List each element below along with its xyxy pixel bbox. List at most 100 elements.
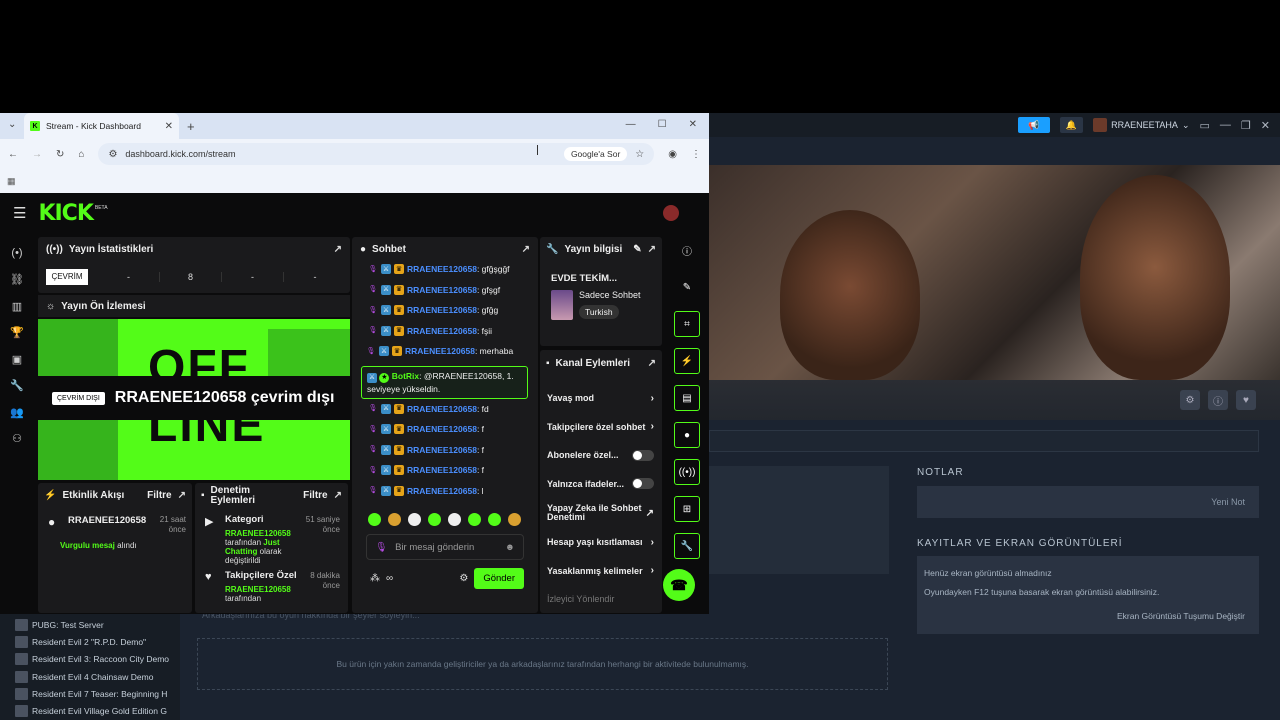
game-list-item[interactable]: Resident Evil 3: Raccoon City Demo	[0, 651, 180, 668]
notifications-button[interactable]: 🔔	[1059, 117, 1084, 133]
popout-icon[interactable]: ↗	[522, 244, 530, 255]
chat-username[interactable]: RRAENEE120658	[407, 465, 477, 475]
maximize-icon[interactable]: ❐	[1241, 119, 1251, 132]
omnibox[interactable]: ⚙ dashboard.kick.com/stream Google'a Sor…	[98, 143, 655, 165]
popout-icon[interactable]: ↗	[334, 244, 342, 255]
emote-icon[interactable]	[448, 513, 461, 526]
users-icon[interactable]: 👥	[0, 399, 34, 426]
reload-icon[interactable]: ↻	[56, 149, 64, 160]
close-tab-icon[interactable]: ✕	[165, 121, 173, 132]
close-icon[interactable]: ✕	[1261, 119, 1270, 132]
stream-icon[interactable]: (•)	[0, 240, 34, 267]
chat-username[interactable]: RRAENEE120658	[407, 264, 477, 274]
emote-icon[interactable]	[488, 513, 501, 526]
chat-bubble-icon[interactable]: ●	[674, 422, 700, 448]
ai-moderation-action[interactable]: Yapay Zeka ile Sohbet Denetimi ↗	[540, 498, 662, 528]
browser-tab[interactable]: K Stream - Kick Dashboard ✕	[24, 113, 179, 139]
popout-icon[interactable]: ↗	[648, 245, 656, 255]
new-tab-icon[interactable]: +	[187, 119, 195, 134]
chat-username[interactable]: RRAENEE120658	[407, 424, 477, 434]
bolt-icon[interactable]: ⚡	[674, 348, 700, 374]
kick-logo[interactable]: KICK	[38, 201, 93, 226]
game-list-item[interactable]: Resident Evil 4 Chainsaw Demo	[0, 668, 180, 685]
bot-username[interactable]: BotRix	[392, 371, 419, 381]
slow-mode-action[interactable]: Yavaş mod ›	[540, 384, 662, 413]
emote-icon[interactable]	[428, 513, 441, 526]
emote-icon[interactable]	[408, 513, 421, 526]
support-chat-icon[interactable]: ☎	[663, 569, 695, 601]
change-screenshot-key-link[interactable]: Ekran Görüntüsü Tuşumu Değiştir	[1117, 607, 1245, 626]
broadcast-icon[interactable]: ((•))	[674, 459, 700, 485]
chat-username[interactable]: RRAENEE120658	[407, 404, 477, 414]
minimize-icon[interactable]: —	[626, 119, 636, 130]
filter-button[interactable]: Filtre	[147, 490, 171, 501]
points-icon[interactable]: ⁂	[370, 573, 380, 584]
chat-username[interactable]: RRAENEE120658	[405, 346, 475, 356]
chat-username[interactable]: RRAENEE120658	[407, 445, 477, 455]
emote-icon[interactable]	[468, 513, 481, 526]
back-icon[interactable]: ←	[8, 149, 18, 160]
edit-icon[interactable]: ✎	[633, 245, 641, 255]
community-icon[interactable]: ⚇	[0, 426, 34, 453]
video-icon[interactable]: ▣	[0, 346, 34, 373]
emotes-only-toggle[interactable]	[632, 478, 654, 490]
subscribers-only-toggle[interactable]	[632, 449, 654, 461]
emote-icon[interactable]	[508, 513, 521, 526]
analytics-icon[interactable]: ▥	[0, 293, 34, 320]
wrench-icon[interactable]: 🔧	[0, 373, 34, 400]
announcement-button[interactable]: 📢	[1017, 117, 1050, 133]
chat-username[interactable]: RRAENEE120658	[407, 326, 477, 336]
chat-input-placeholder[interactable]: Bir mesaj gönderin	[395, 542, 497, 553]
edit-icon[interactable]: ✎	[674, 274, 700, 300]
chat-username[interactable]: RRAENEE120658	[407, 305, 477, 315]
maximize-icon[interactable]: ☐	[658, 119, 667, 130]
steam-user-menu[interactable]: RRAENEETAHA ⌄	[1093, 118, 1190, 132]
game-list-item[interactable]: PUBG: Test Server	[0, 616, 180, 633]
site-info-icon[interactable]: ⚙	[108, 149, 117, 160]
game-list-item[interactable]: Resident Evil Village Gold Edition G	[0, 702, 180, 719]
banned-words-action[interactable]: Yasaklanmış kelimeler ›	[540, 557, 662, 586]
info-icon[interactable]: ⓘ	[674, 237, 700, 263]
forward-icon[interactable]: →	[32, 149, 42, 160]
heart-icon[interactable]: ♥	[1236, 390, 1256, 410]
game-list-item[interactable]: Resident Evil 7 Teaser: Beginning H	[0, 685, 180, 702]
account-age-action[interactable]: Hesap yaşı kısıtlaması ›	[540, 528, 662, 557]
game-list-item[interactable]: Resident Evil 2 "R.P.D. Demo"	[0, 633, 180, 650]
url-text[interactable]: dashboard.kick.com/stream	[125, 149, 556, 159]
link-icon[interactable]: ⛓	[0, 267, 34, 294]
tab-search-icon[interactable]: ⌄	[8, 119, 16, 130]
wrench-icon[interactable]: 🔧	[674, 533, 700, 559]
apps-icon[interactable]: ▦	[7, 176, 16, 187]
send-button[interactable]: Gönder	[474, 568, 524, 589]
info-icon[interactable]: ⓘ	[1208, 390, 1228, 410]
hamburger-menu-icon[interactable]: ☰	[13, 204, 26, 222]
followers-only-action[interactable]: Takipçilere özel sohbet ›	[540, 413, 662, 442]
notes-icon[interactable]: ▤	[674, 385, 700, 411]
chat-username[interactable]: RRAENEE120658	[407, 486, 477, 496]
filter-button[interactable]: Filtre	[303, 491, 327, 501]
emoji-icon[interactable]: ☻	[505, 542, 515, 553]
trophy-icon[interactable]: 🏆	[0, 320, 34, 347]
popout-icon[interactable]: ↗	[178, 490, 186, 501]
chat-username[interactable]: RRAENEE120658	[407, 285, 477, 295]
star-icon[interactable]: ☆	[635, 149, 644, 160]
new-note-button[interactable]: Yeni Not	[1211, 497, 1245, 507]
event-user[interactable]: RRAENEE120658	[68, 515, 150, 535]
clip-icon[interactable]: ⌗	[674, 311, 700, 337]
stream-preview[interactable]: OFF LINE ÇEVRİM DIŞI RRAENEE120658 çevri…	[38, 319, 350, 480]
popout-icon[interactable]: ↗	[334, 491, 342, 501]
emote-icon[interactable]	[388, 513, 401, 526]
monitor-icon[interactable]: ▭	[1200, 119, 1210, 132]
emote-icon[interactable]	[368, 513, 381, 526]
minimize-icon[interactable]: —	[1220, 119, 1231, 131]
home-icon[interactable]: ⌂	[78, 149, 84, 160]
gear-icon[interactable]: ⚙	[459, 573, 468, 584]
gear-icon[interactable]: ⚙	[1180, 390, 1200, 410]
avatar[interactable]	[663, 205, 679, 221]
close-icon[interactable]: ✕	[689, 119, 697, 130]
chat-input[interactable]: 🎙 Bir mesaj gönderin ☻	[366, 534, 524, 560]
google-ask-button[interactable]: Google'a Sor	[563, 147, 628, 161]
menu-icon[interactable]: ⋮	[691, 149, 701, 160]
popout-icon[interactable]: ↗	[648, 358, 656, 369]
grid-icon[interactable]: ⊞	[674, 496, 700, 522]
